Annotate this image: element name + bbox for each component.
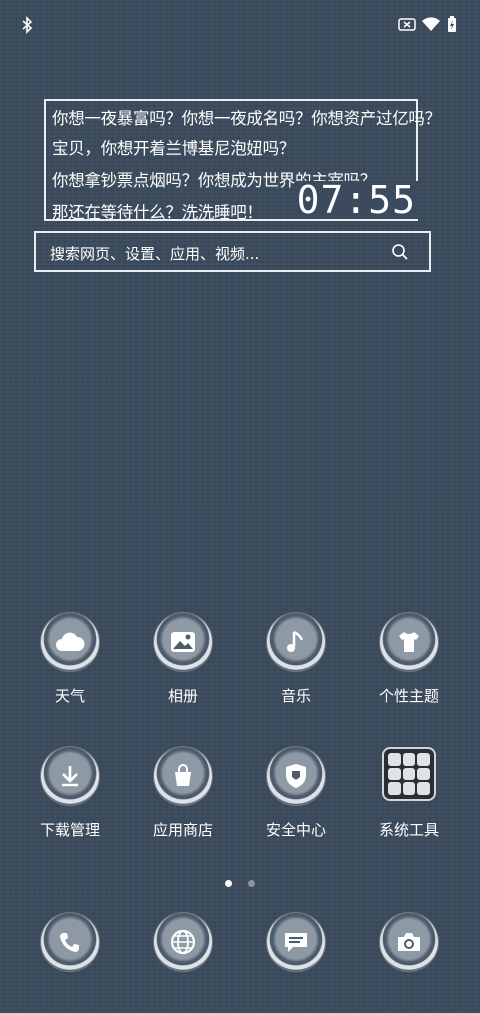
dock-browser[interactable]	[128, 913, 238, 971]
app-label: 应用商店	[152, 821, 213, 839]
download-icon	[41, 747, 99, 805]
quote-line: 宝贝，你想开着兰博基尼泡妞吗？	[52, 139, 296, 158]
app-security[interactable]: 安全中心	[241, 747, 351, 840]
shield-icon	[267, 747, 325, 805]
search-placeholder: 搜索网页、设置、应用、视频...	[50, 245, 260, 263]
shopping-bag-icon	[154, 747, 212, 805]
camera-icon	[380, 913, 438, 971]
app-themes[interactable]: 个性主题	[354, 613, 464, 706]
quote-line: 你想一夜暴富吗？你想一夜成名吗？你想资产过亿吗？	[52, 109, 441, 128]
bluetooth-icon	[22, 16, 33, 34]
dock-phone[interactable]	[15, 913, 125, 971]
app-weather[interactable]: 天气	[15, 613, 125, 706]
app-downloads[interactable]: 下载管理	[15, 747, 125, 840]
clock-time[interactable]: 07:55	[294, 181, 418, 219]
tshirt-icon	[380, 613, 438, 671]
photo-icon	[154, 613, 212, 671]
app-system-tools[interactable]: 系统工具	[354, 747, 464, 840]
tools-folder-icon	[382, 747, 436, 801]
status-bar	[0, 0, 480, 52]
app-label: 音乐	[280, 687, 311, 705]
quote-line: 那还在等待什么？洗洗睡吧！	[52, 203, 263, 222]
no-sim-icon	[398, 18, 416, 31]
browser-globe-icon	[154, 913, 212, 971]
app-label: 系统工具	[378, 821, 439, 839]
quote-widget[interactable]: 你想一夜暴富吗？你想一夜成名吗？你想资产过亿吗？ 宝贝，你想开着兰博基尼泡妞吗？…	[44, 99, 441, 222]
music-note-icon	[267, 613, 325, 671]
app-gallery[interactable]: 相册	[128, 613, 238, 706]
app-music[interactable]: 音乐	[241, 613, 351, 706]
app-label: 下载管理	[39, 821, 100, 839]
app-label: 相册	[167, 687, 198, 705]
wifi-icon	[422, 17, 440, 31]
phone-icon	[41, 913, 99, 971]
app-label: 个性主题	[378, 687, 439, 705]
page-dot-active[interactable]	[225, 880, 233, 887]
app-store[interactable]: 应用商店	[128, 747, 238, 840]
message-icon	[267, 913, 325, 971]
app-label: 安全中心	[265, 821, 326, 839]
page-dot[interactable]	[247, 880, 255, 887]
app-label: 天气	[54, 687, 85, 705]
dock-messages[interactable]	[241, 913, 351, 971]
battery-charging-icon	[448, 16, 456, 32]
search-icon[interactable]	[391, 243, 409, 261]
cloud-icon	[41, 613, 99, 671]
page-indicator	[0, 872, 480, 891]
search-bar[interactable]: 搜索网页、设置、应用、视频...	[34, 231, 431, 272]
dock-camera[interactable]	[354, 913, 464, 971]
